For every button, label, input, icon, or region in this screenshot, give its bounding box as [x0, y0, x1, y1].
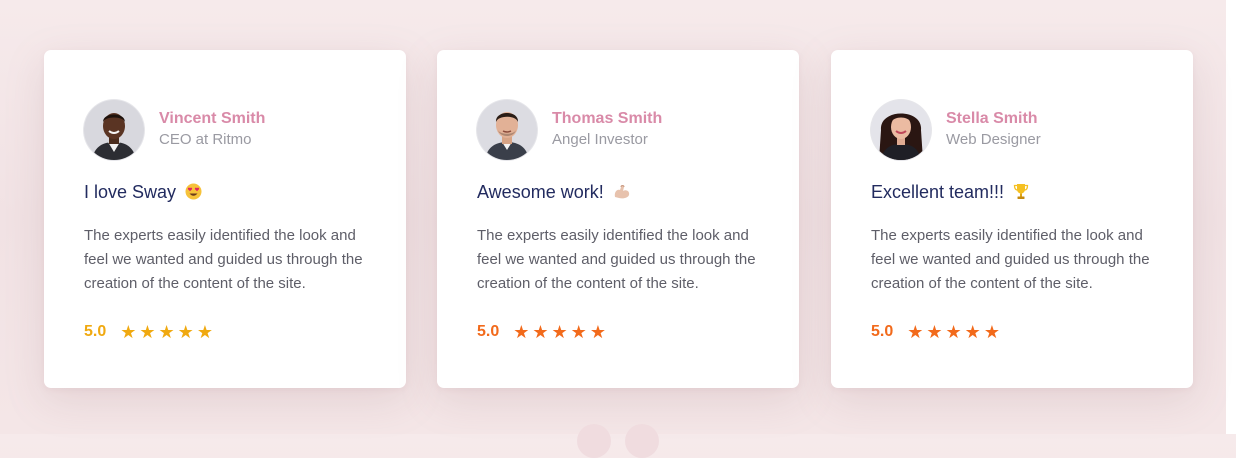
carousel-prev-button[interactable] [577, 424, 611, 458]
rating-score: 5.0 [84, 323, 107, 340]
star-icon: ★ [589, 322, 606, 342]
testimonial-author: Thomas Smith Angel Investor [477, 100, 662, 160]
star-icon: ★ [570, 322, 587, 342]
author-name: Thomas Smith [552, 110, 663, 127]
trophy-emoji-icon [1013, 182, 1029, 206]
avatar [871, 100, 931, 160]
star-icon: ★ [120, 322, 137, 342]
rating: 5.0 ★ ★ ★ ★ ★ [477, 321, 609, 343]
star-icon: ★ [513, 322, 530, 342]
rating: 5.0 ★ ★ ★ ★ ★ [84, 321, 216, 343]
testimonial-title-text: I love Sway [84, 182, 177, 202]
testimonial-title-text: Awesome work! [477, 182, 604, 202]
star-icon: ★ [177, 322, 194, 342]
author-name: Vincent Smith [159, 110, 266, 127]
star-icon: ★ [196, 322, 213, 342]
star-icon: ★ [907, 322, 924, 342]
rating-stars: ★ ★ ★ ★ ★ [120, 322, 216, 342]
page-edge [1226, 0, 1236, 434]
star-icon: ★ [551, 322, 568, 342]
avatar [84, 100, 144, 160]
testimonial-text: The experts easily identified the look a… [871, 227, 1150, 292]
testimonial-text: The experts easily identified the look a… [477, 227, 756, 292]
avatar [477, 100, 537, 160]
star-icon: ★ [158, 322, 175, 342]
author-role: CEO at Ritmo [159, 131, 252, 148]
star-icon: ★ [964, 322, 981, 342]
flexed-biceps-emoji-icon [613, 182, 631, 206]
author-name: Stella Smith [946, 110, 1038, 127]
rating-score: 5.0 [477, 323, 500, 340]
carousel-next-button[interactable] [625, 424, 659, 458]
author-role: Web Designer [946, 131, 1041, 148]
rating-stars: ★ ★ ★ ★ ★ [513, 322, 609, 342]
testimonial-card: Vincent Smith CEO at Ritmo I love Sway T… [44, 50, 406, 388]
heart-eyes-emoji-icon [185, 182, 202, 206]
testimonial-title: I love Sway [84, 180, 202, 206]
testimonial-title: Awesome work! [477, 180, 631, 206]
author-role: Angel Investor [552, 131, 648, 148]
rating-score: 5.0 [871, 323, 894, 340]
rating: 5.0 ★ ★ ★ ★ ★ [871, 321, 1003, 343]
testimonial-card: Thomas Smith Angel Investor Awesome work… [437, 50, 799, 388]
testimonial-title-text: Excellent team!!! [871, 182, 1005, 202]
star-icon: ★ [139, 322, 156, 342]
testimonial-author: Stella Smith Web Designer [871, 100, 1041, 160]
star-icon: ★ [945, 322, 962, 342]
testimonial-text: The experts easily identified the look a… [84, 227, 363, 292]
testimonial-title: Excellent team!!! [871, 180, 1029, 206]
rating-stars: ★ ★ ★ ★ ★ [907, 322, 1003, 342]
star-icon: ★ [983, 322, 1000, 342]
testimonial-card: Stella Smith Web Designer Excellent team… [831, 50, 1193, 388]
star-icon: ★ [532, 322, 549, 342]
star-icon: ★ [926, 322, 943, 342]
testimonial-author: Vincent Smith CEO at Ritmo [84, 100, 265, 160]
